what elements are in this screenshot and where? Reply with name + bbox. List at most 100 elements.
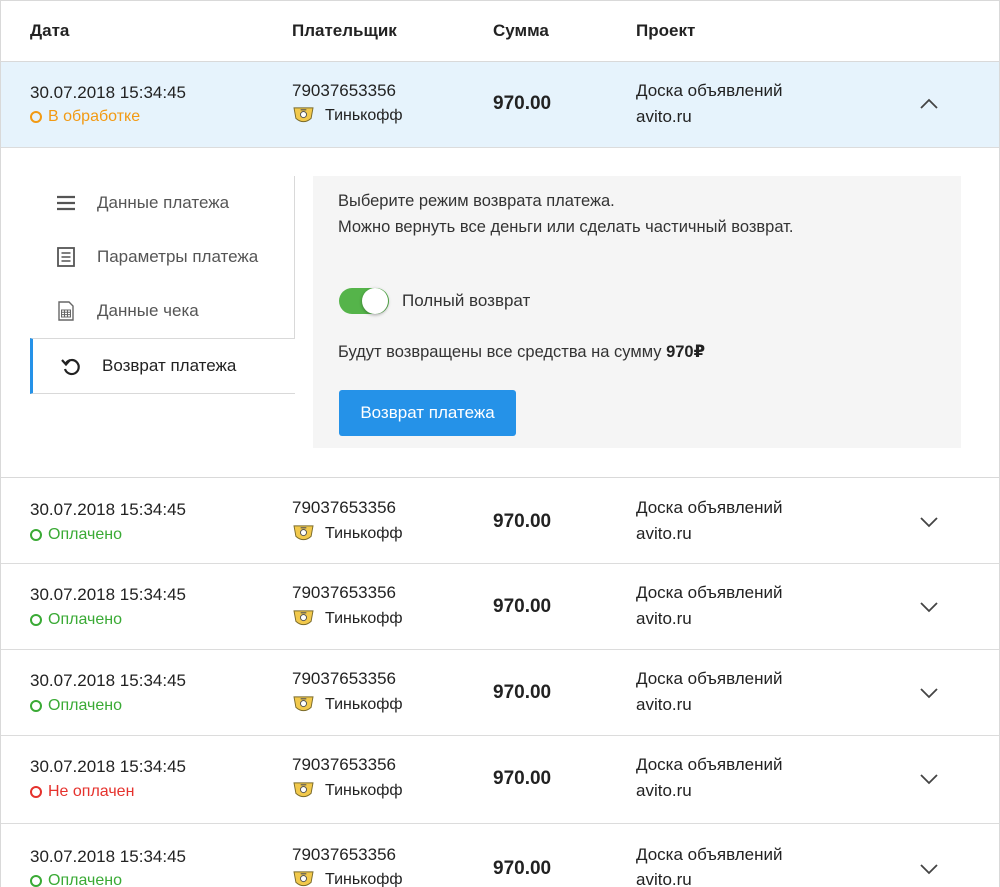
project-domain: avito.ru <box>636 870 692 887</box>
refund-instruction-2: Можно вернуть все деньги или сделать час… <box>338 218 794 236</box>
header-sum[interactable]: Сумма <box>493 21 549 41</box>
status-text: Оплачено <box>48 611 122 628</box>
table-row[interactable]: 30.07.2018 15:34:45 Оплачено 79037653356… <box>1 650 999 736</box>
payment-sum: 970.00 <box>493 858 552 879</box>
status-badge: Оплачено <box>30 526 122 544</box>
payment-date: 30.07.2018 15:34:45 <box>30 671 186 690</box>
chevron-up-icon[interactable] <box>918 97 940 111</box>
project-domain: avito.ru <box>636 107 692 126</box>
nav-item-payment-params[interactable]: Параметры платежа <box>30 230 295 284</box>
payer-bank: Тинькофф <box>292 695 403 714</box>
status-badge: Оплачено <box>30 872 122 887</box>
payment-date: 30.07.2018 15:34:45 <box>30 847 186 866</box>
full-refund-label: Полный возврат <box>402 291 531 310</box>
header-payer[interactable]: Плательщик <box>292 21 397 41</box>
chevron-down-icon[interactable] <box>918 862 940 876</box>
bank-name: Тинькофф <box>325 609 403 627</box>
table-row[interactable]: 30.07.2018 15:34:45 Не оплачен 790376533… <box>1 736 999 824</box>
nav-item-payment-data[interactable]: Данные платежа <box>30 176 295 230</box>
refund-sum-value: 970₽ <box>666 343 706 361</box>
project-name: Доска объявлений <box>636 845 783 864</box>
status-circle-icon <box>30 111 42 123</box>
status-circle-icon <box>30 614 42 626</box>
payment-sum: 970.00 <box>493 596 552 617</box>
payment-date: 30.07.2018 15:34:45 <box>30 757 186 776</box>
project-domain: avito.ru <box>636 695 692 714</box>
payer-bank: Тинькофф <box>292 106 403 125</box>
chevron-down-icon[interactable] <box>918 686 940 700</box>
menu-lines-icon <box>57 195 75 211</box>
payer-bank: Тинькофф <box>292 781 403 800</box>
bank-name: Тинькофф <box>325 870 403 887</box>
tinkoff-logo-icon <box>293 871 314 887</box>
project-name: Доска объявлений <box>636 81 783 100</box>
full-refund-toggle[interactable] <box>339 288 389 314</box>
status-text: В обработке <box>48 108 141 125</box>
payments-table: Дата Плательщик Сумма Проект 30.07.2018 … <box>0 0 1000 887</box>
payer-phone: 79037653356 <box>292 845 397 864</box>
project-domain: avito.ru <box>636 609 692 628</box>
chevron-down-icon[interactable] <box>918 515 940 529</box>
payer-phone: 79037653356 <box>292 583 397 602</box>
project-domain: avito.ru <box>636 524 692 543</box>
table-row[interactable]: 30.07.2018 15:34:45 В обработке 79037653… <box>1 62 999 148</box>
status-badge: В обработке <box>30 108 140 126</box>
refund-sum-info: Будут возвращены все средства на сумму 9… <box>338 342 705 362</box>
payer-phone: 79037653356 <box>292 498 397 517</box>
table-row[interactable]: 30.07.2018 15:34:45 Оплачено 79037653356… <box>1 564 999 650</box>
receipt-grid-icon <box>58 301 74 321</box>
bank-name: Тинькофф <box>325 781 403 799</box>
status-text: Оплачено <box>48 526 122 543</box>
status-badge: Оплачено <box>30 697 122 715</box>
status-circle-icon <box>30 786 42 798</box>
status-text: Не оплачен <box>48 783 135 800</box>
nav-item-receipt-data[interactable]: Данные чека <box>30 284 295 338</box>
refund-sum-text: Будут возвращены все средства на сумму <box>338 343 662 361</box>
nav-item-label: Данные чека <box>97 301 199 320</box>
payer-bank: Тинькофф <box>292 870 403 887</box>
project-name: Доска объявлений <box>636 669 783 688</box>
table-row[interactable]: 30.07.2018 15:34:45 Оплачено 79037653356… <box>1 478 999 564</box>
payment-date: 30.07.2018 15:34:45 <box>30 83 186 102</box>
tinkoff-logo-icon <box>293 107 314 123</box>
chevron-down-icon[interactable] <box>918 600 940 614</box>
bank-name: Тинькофф <box>325 106 403 124</box>
payer-bank: Тинькофф <box>292 609 403 628</box>
payment-date: 30.07.2018 15:34:45 <box>30 500 186 519</box>
bank-name: Тинькофф <box>325 695 403 713</box>
bank-name: Тинькофф <box>325 524 403 542</box>
project-domain: avito.ru <box>636 781 692 800</box>
nav-item-label: Параметры платежа <box>97 247 259 266</box>
chevron-down-icon[interactable] <box>918 772 940 786</box>
status-text: Оплачено <box>48 872 122 887</box>
payment-sum: 970.00 <box>493 93 552 114</box>
status-circle-icon <box>30 700 42 712</box>
payment-sum: 970.00 <box>493 511 552 532</box>
project-name: Доска объявлений <box>636 755 783 774</box>
status-text: Оплачено <box>48 697 122 714</box>
payer-phone: 79037653356 <box>292 81 397 100</box>
nav-item-refund[interactable]: Возврат платежа <box>30 338 295 394</box>
payment-sum: 970.00 <box>493 768 552 789</box>
refund-button[interactable]: Возврат платежа <box>339 390 516 436</box>
refund-panel: Выберите режим возврата платежа. Можно в… <box>313 176 961 448</box>
nav-item-label: Возврат платежа <box>102 356 237 375</box>
project-name: Доска объявлений <box>636 583 783 602</box>
toggle-knob <box>362 288 388 314</box>
project-name: Доска объявлений <box>636 498 783 517</box>
status-badge: Не оплачен <box>30 783 134 801</box>
header-project[interactable]: Проект <box>636 21 695 41</box>
details-side-nav: Данные платежа Параметры платежа Данные … <box>30 176 295 394</box>
payer-bank: Тинькофф <box>292 524 403 543</box>
payer-phone: 79037653356 <box>292 755 397 774</box>
payment-date: 30.07.2018 15:34:45 <box>30 585 186 604</box>
header-date[interactable]: Дата <box>30 21 69 41</box>
refund-arrow-icon <box>61 358 80 376</box>
tinkoff-logo-icon <box>293 782 314 798</box>
payment-details-panel: Данные платежа Параметры платежа Данные … <box>1 148 999 478</box>
status-badge: Оплачено <box>30 611 122 629</box>
table-row[interactable]: 30.07.2018 15:34:45 Оплачено 79037653356… <box>1 824 999 887</box>
tinkoff-logo-icon <box>293 696 314 712</box>
payment-sum: 970.00 <box>493 682 552 703</box>
nav-item-label: Данные платежа <box>97 193 230 212</box>
